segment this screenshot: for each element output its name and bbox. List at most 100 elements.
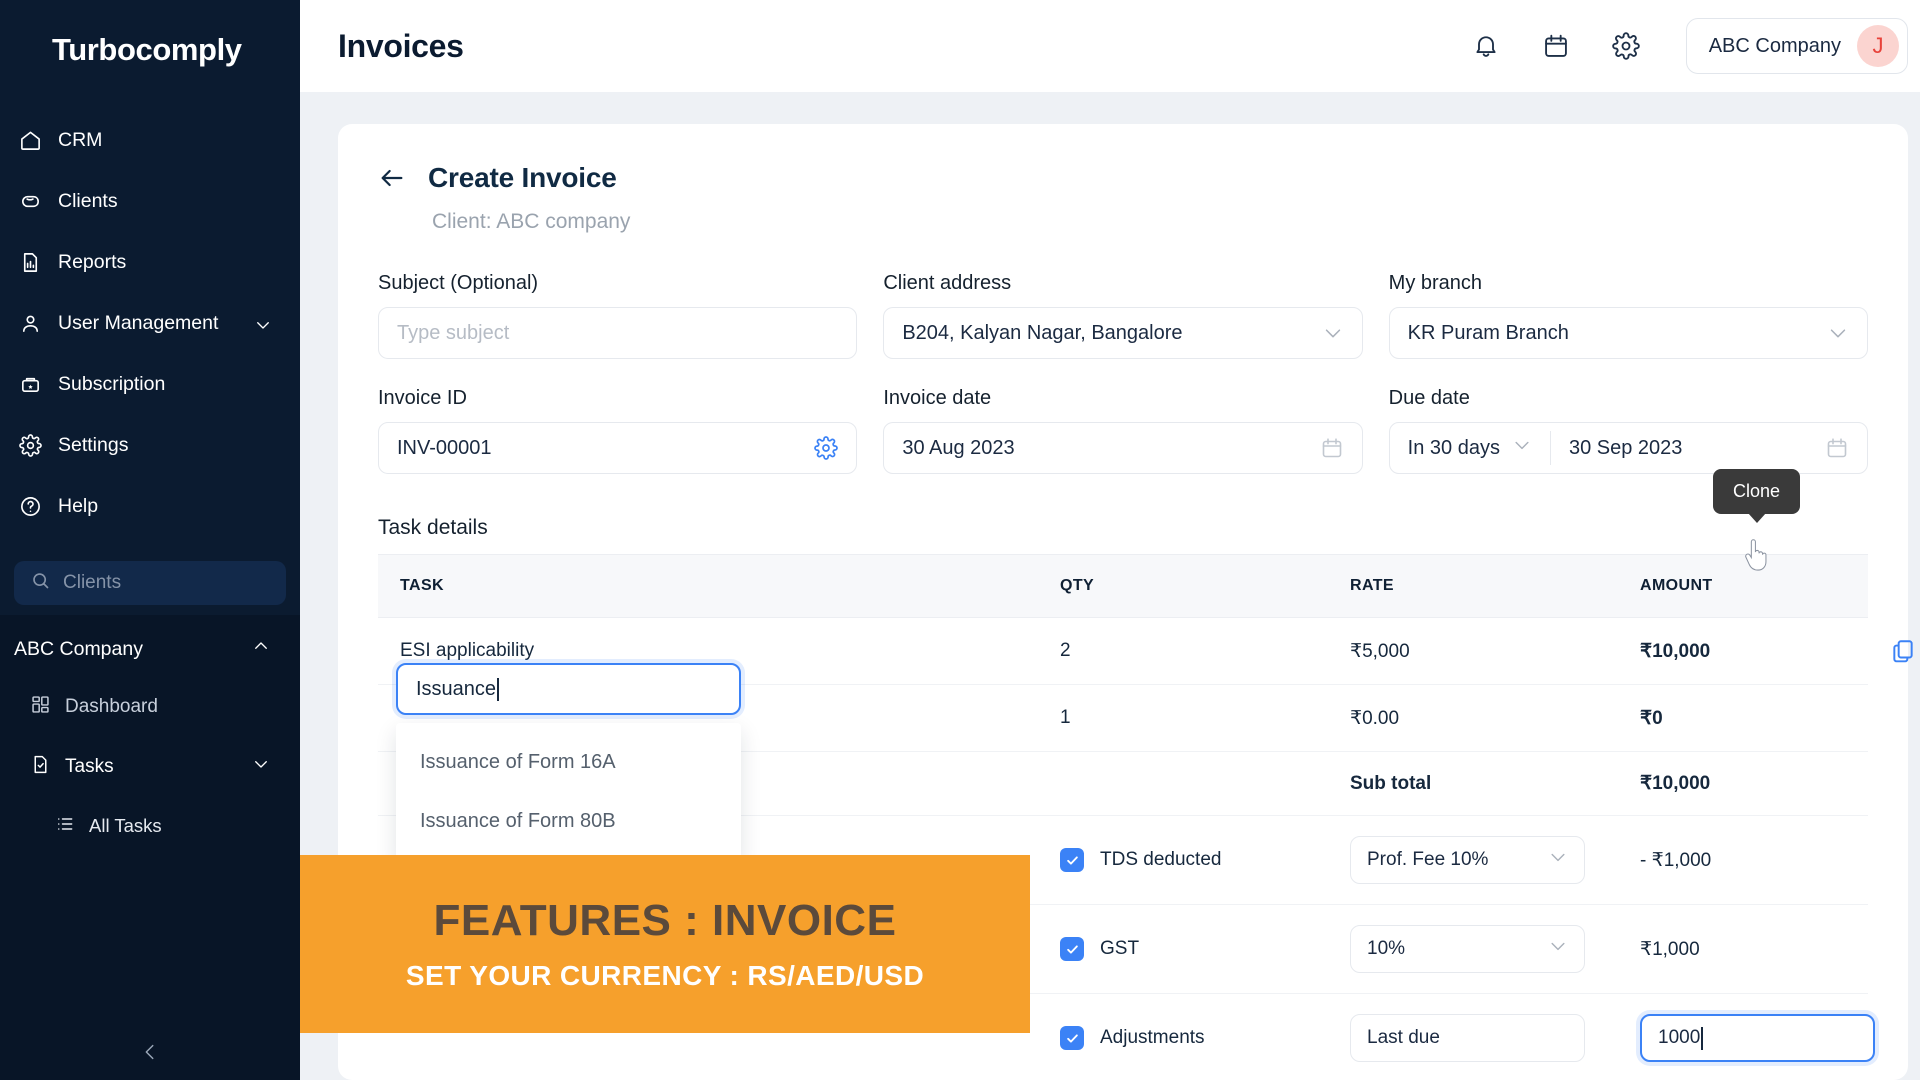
list-icon	[55, 814, 75, 839]
chevron-down-icon[interactable]	[254, 316, 270, 332]
chevron-down-icon	[1548, 936, 1568, 962]
chevron-down-icon	[1512, 435, 1532, 461]
sidebar-item-label: User Management	[58, 311, 219, 334]
column-header-rate: RATE	[1328, 554, 1618, 618]
adjustments-amount-input[interactable]: 1000	[1640, 1014, 1875, 1062]
calendar-icon[interactable]	[1320, 436, 1344, 460]
chevron-down-icon	[1322, 322, 1344, 344]
adjustments-label: Adjustments	[1100, 1027, 1205, 1048]
top-bar: Invoices ABC Company J	[300, 0, 1920, 92]
text-caret	[497, 677, 499, 701]
cell-rate[interactable]: ₹0.00	[1328, 684, 1618, 752]
sidebar-item-reports[interactable]: Reports	[0, 232, 300, 293]
cell-tds-toggle: TDS deducted	[1038, 815, 1328, 905]
field-label: Subject (Optional)	[378, 272, 539, 294]
sidebar-primary-nav: CRM Clients Reports User Management Subs…	[0, 110, 300, 537]
gst-rate-select[interactable]: 10%	[1350, 925, 1585, 973]
notifications-button[interactable]	[1460, 20, 1512, 72]
field-branch: My branch KR Puram Branch	[1388, 272, 1868, 359]
list-item[interactable]: Issuance of Form 16A	[396, 733, 741, 792]
gear-icon[interactable]	[814, 436, 839, 460]
main-area: Invoices ABC Company J Create Invoice Cl…	[300, 0, 1920, 1080]
tds-rate-select[interactable]: Prof. Fee 10%	[1350, 836, 1585, 884]
sidebar-item-label: Dashboard	[65, 696, 158, 717]
clients-icon	[18, 190, 42, 214]
text-caret	[1701, 1026, 1703, 1050]
cell-rate[interactable]: ₹5,000	[1328, 617, 1618, 685]
create-invoice-title: Create Invoice	[428, 162, 617, 193]
back-arrow-icon[interactable]	[378, 164, 406, 192]
cell-qty[interactable]: 2	[1038, 617, 1328, 685]
field-label: Invoice ID	[378, 387, 467, 409]
calendar-icon[interactable]	[1825, 436, 1849, 460]
chevron-left-icon	[145, 1044, 154, 1060]
invoice-form: Subject (Optional) Type subject Client a…	[378, 272, 1868, 502]
cell-adj-toggle: Adjustments	[1038, 993, 1328, 1080]
task-name-input[interactable]: Issuance	[396, 663, 741, 715]
client-subtitle: Client: ABC company	[432, 210, 631, 233]
field-label: Invoice date	[883, 387, 992, 409]
sidebar-item-clients[interactable]: Clients	[0, 171, 300, 232]
list-item[interactable]: Issuance of Form 80B	[396, 792, 741, 851]
cell-qty[interactable]: 1	[1038, 684, 1328, 752]
client-address-select[interactable]: B204, Kalyan Nagar, Bangalore	[883, 307, 1363, 359]
branch-value: KR Puram Branch	[1407, 321, 1569, 344]
subtotal-value: ₹10,000	[1618, 751, 1868, 816]
sidebar-item-label: CRM	[58, 128, 103, 151]
sidebar-company-toggle[interactable]: ABC Company	[0, 621, 300, 677]
sidebar-item-settings[interactable]: Settings	[0, 415, 300, 476]
chevron-down-icon	[1827, 322, 1849, 344]
calendar-button[interactable]	[1530, 20, 1582, 72]
search-input[interactable]: Clients	[14, 561, 286, 605]
calendar-icon	[1544, 34, 1567, 57]
sidebar-item-dashboard[interactable]: Dashboard	[0, 677, 300, 737]
branch-select[interactable]: KR Puram Branch	[1388, 307, 1868, 359]
account-name: ABC Company	[1708, 34, 1841, 57]
cell-task-editing[interactable]: Issuance Issuance of Form 16A Issuance o…	[378, 663, 1038, 861]
invoice-date-input[interactable]: 30 Aug 2023	[883, 422, 1363, 474]
tds-checkbox[interactable]	[1060, 848, 1084, 872]
adjustments-note-value: Last due	[1367, 1027, 1440, 1048]
sidebar: Turbocomply CRM Clients Reports User Man…	[0, 0, 300, 1080]
adjustments-amount-value: 1000	[1658, 1027, 1701, 1048]
help-icon	[18, 495, 42, 519]
field-label: Client address	[883, 272, 1012, 294]
sidebar-item-crm[interactable]: CRM	[0, 110, 300, 171]
due-date-term-select[interactable]: In 30 days	[1408, 431, 1551, 465]
sidebar-item-label: Reports	[58, 250, 127, 273]
sidebar-item-subscription[interactable]: Subscription	[0, 354, 300, 415]
chevron-down-icon[interactable]	[252, 755, 270, 779]
gst-checkbox[interactable]	[1060, 937, 1084, 961]
adjustments-note-input[interactable]: Last due	[1350, 1014, 1585, 1062]
check-icon	[1066, 944, 1078, 954]
settings-button[interactable]	[1600, 20, 1652, 72]
clone-icon	[1893, 640, 1913, 663]
subject-input[interactable]: Type subject	[378, 307, 858, 359]
sidebar-item-tasks[interactable]: Tasks	[0, 737, 300, 797]
collapse-sidebar-button[interactable]	[0, 1024, 300, 1080]
invoice-id-input[interactable]: INV-00001	[378, 422, 858, 474]
sidebar-item-user-management[interactable]: User Management	[0, 293, 300, 354]
dashboard-icon	[30, 694, 51, 721]
chevron-down-icon	[1548, 847, 1568, 873]
sidebar-item-label: Tasks	[65, 756, 114, 777]
task-suggestions-dropdown[interactable]: Issuance of Form 16A Issuance of Form 80…	[396, 723, 741, 861]
due-date-value: 30 Sep 2023	[1568, 436, 1683, 459]
cell-amount: ₹10,000	[1618, 617, 1868, 685]
sidebar-item-label: All Tasks	[89, 815, 162, 836]
sidebar-item-label: Subscription	[58, 372, 166, 395]
app-logo[interactable]: Turbocomply	[0, 0, 300, 68]
account-switcher[interactable]: ABC Company J	[1685, 18, 1908, 74]
field-subject: Subject (Optional) Type subject	[378, 272, 858, 359]
chevron-up-icon[interactable]	[252, 637, 270, 661]
cell-gst-amount: ₹1,000	[1618, 904, 1868, 994]
clone-row-button[interactable]	[1890, 638, 1916, 664]
mouse-cursor-icon	[1745, 539, 1767, 571]
sidebar-item-help[interactable]: Help	[0, 476, 300, 537]
cell-gst-select: 10%	[1328, 904, 1618, 994]
invoice-id-value: INV-00001	[397, 436, 492, 459]
sidebar-item-all-tasks[interactable]: All Tasks	[0, 797, 300, 855]
task-input-value: Issuance	[416, 677, 497, 700]
adjustments-checkbox[interactable]	[1060, 1026, 1084, 1050]
due-date-input[interactable]: In 30 days 30 Sep 2023	[1388, 422, 1868, 474]
